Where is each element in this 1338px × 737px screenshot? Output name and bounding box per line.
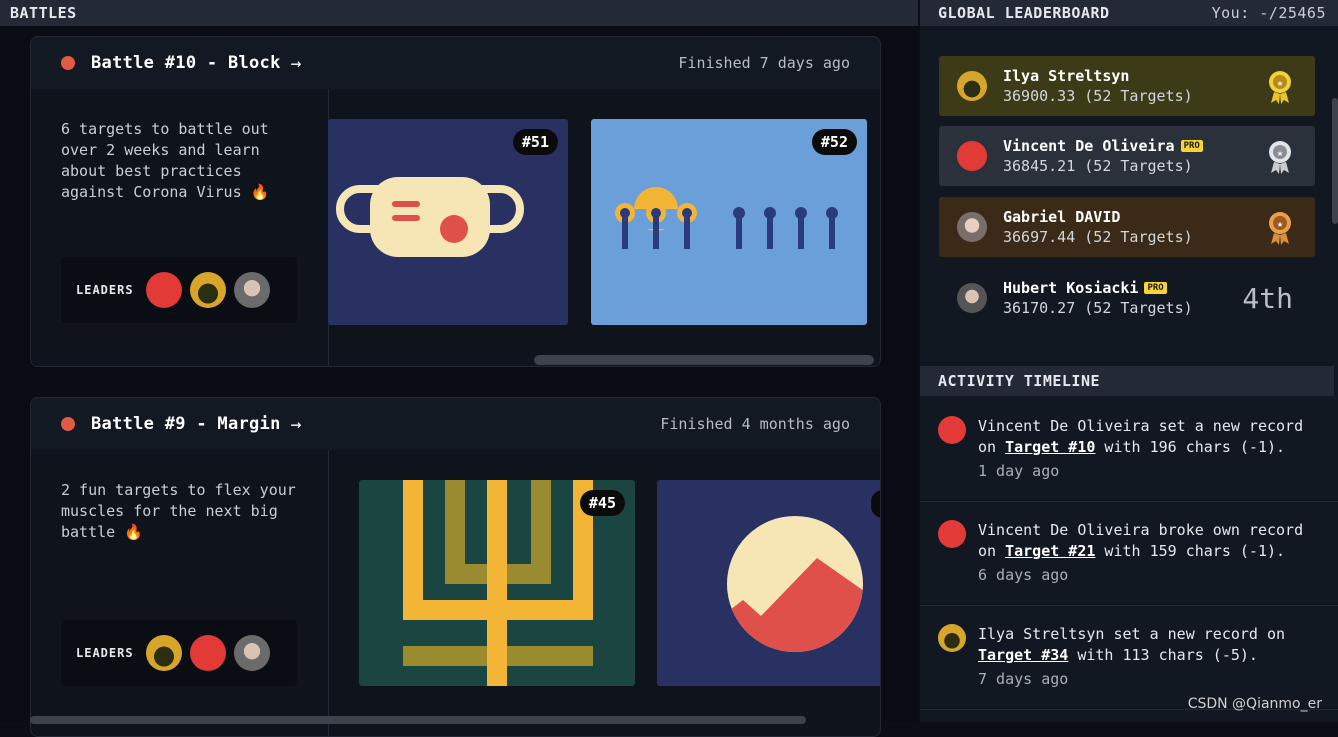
- target-link[interactable]: Target #10: [1005, 438, 1095, 456]
- arrow-right-icon[interactable]: →: [291, 53, 302, 74]
- pro-badge: PRO: [1144, 282, 1167, 294]
- leaderboard-row[interactable]: Vincent De Oliveira PRO 36845.21 (52 Targ…: [939, 126, 1315, 186]
- vertical-scrollbar[interactable]: [1332, 98, 1338, 224]
- battle-header[interactable]: Battle #9 - Margin → Finished 4 months a…: [31, 398, 880, 450]
- battle-header[interactable]: Battle #10 - Block → Finished 7 days ago: [31, 37, 880, 89]
- silver-medal-icon: ★: [1269, 141, 1291, 174]
- leaders-box: LEADERS: [61, 257, 297, 323]
- activity-text: Vincent De Oliveira set a new record on …: [978, 416, 1323, 482]
- avatar[interactable]: [233, 635, 270, 671]
- leader-name: Gabriel DAVID: [1003, 208, 1121, 226]
- leader-score: 36170.27 (52 Targets): [1003, 299, 1193, 317]
- horizontal-scrollbar[interactable]: [30, 716, 806, 724]
- avatar[interactable]: [189, 272, 226, 308]
- gold-medal-icon: ★: [1269, 71, 1291, 104]
- avatar: [938, 624, 966, 652]
- avatar[interactable]: [145, 272, 182, 308]
- target-tile[interactable]: #52: [591, 119, 867, 325]
- leader-name: Hubert Kosiacki PRO: [1003, 279, 1193, 297]
- target-tile[interactable]: #45: [359, 480, 635, 686]
- svg-text:★: ★: [1277, 148, 1283, 159]
- your-rank: You: -/25465: [1211, 4, 1326, 22]
- leaderboard-row[interactable]: Gabriel DAVID 36697.44 (52 Targets) ★: [939, 197, 1315, 257]
- status-dot: [61, 417, 75, 431]
- activity-header: ACTIVITY TIMELINE: [920, 366, 1334, 396]
- avatar: [938, 520, 966, 548]
- battle-description: 2 fun targets to flex your muscles for t…: [61, 481, 296, 541]
- activity-text: Ilya Streltsyn set a new record on Targe…: [978, 624, 1323, 690]
- leaders-label: LEADERS: [76, 646, 134, 660]
- battle-body: 2 fun targets to flex your muscles for t…: [31, 450, 880, 736]
- watermark: CSDN @Qianmo_er: [1187, 696, 1322, 712]
- target-number: #45: [579, 490, 625, 516]
- target-link[interactable]: Target #21: [1005, 542, 1095, 560]
- svg-text:★: ★: [1277, 78, 1283, 89]
- battle-body: 6 targets to battle out over 2 weeks and…: [31, 89, 880, 366]
- battle-description: 6 targets to battle out over 2 weeks and…: [61, 120, 270, 201]
- activity-time: 7 days ago: [978, 670, 1069, 688]
- status-dot: [61, 56, 75, 70]
- battle-status: Finished 7 days ago: [678, 54, 850, 72]
- activity-item: Vincent De Oliveira broke own record on …: [920, 502, 1338, 606]
- avatar: [957, 141, 987, 171]
- leaderboard-row[interactable]: Hubert Kosiacki PRO 36170.27 (52 Targets)…: [939, 268, 1315, 328]
- leaders-label: LEADERS: [76, 283, 134, 297]
- avatar: [957, 71, 987, 101]
- activity-item: Vincent De Oliveira set a new record on …: [920, 398, 1338, 502]
- leader-name: Vincent De Oliveira PRO: [1003, 137, 1203, 155]
- target-number: #51: [512, 129, 558, 155]
- bronze-medal-icon: ★: [1269, 212, 1291, 245]
- activity-text: Vincent De Oliveira broke own record on …: [978, 520, 1323, 586]
- battles-header: BATTLES: [0, 0, 918, 26]
- pro-badge: PRO: [1180, 140, 1203, 152]
- activity-time: 1 day ago: [978, 462, 1060, 480]
- avatar[interactable]: [145, 635, 182, 671]
- leaderboard-header: GLOBAL LEADERBOARD You: -/25465: [920, 0, 1338, 26]
- leader-score: 36845.21 (52 Targets): [1003, 157, 1193, 175]
- avatar: [957, 212, 987, 242]
- avatar[interactable]: [189, 635, 226, 671]
- svg-text:★: ★: [1277, 219, 1283, 230]
- target-tile[interactable]: [657, 480, 880, 686]
- target-tile[interactable]: #51: [328, 119, 568, 325]
- leader-score: 36900.33 (52 Targets): [1003, 87, 1193, 105]
- battle-card[interactable]: Battle #9 - Margin → Finished 4 months a…: [30, 397, 881, 737]
- mountain-sun-illustration: [727, 516, 863, 652]
- divider: [328, 450, 329, 736]
- leaders-box: LEADERS: [61, 620, 297, 686]
- battles-panel: BATTLES Battle #10 - Block → Finished 7 …: [0, 0, 918, 737]
- battle-title[interactable]: Battle #10 - Block: [91, 53, 281, 73]
- rank-label: 4th: [1242, 281, 1293, 315]
- battle-card[interactable]: Battle #10 - Block → Finished 7 days ago…: [30, 36, 881, 367]
- activity-item: Ilya Streltsyn set a new record on Targe…: [920, 606, 1338, 710]
- leaderboard-row[interactable]: Ilya Streltsyn 36900.33 (52 Targets) ★: [939, 56, 1315, 116]
- avatar: [938, 416, 966, 444]
- leader-name: Ilya Streltsyn: [1003, 67, 1130, 85]
- leader-score: 36697.44 (52 Targets): [1003, 228, 1193, 246]
- battle-status: Finished 4 months ago: [660, 415, 850, 433]
- sidebar-panel: GLOBAL LEADERBOARD You: -/25465 Ilya Str…: [920, 0, 1338, 722]
- target-number: #52: [811, 129, 857, 155]
- avatar[interactable]: [233, 272, 270, 308]
- avatar: [957, 283, 987, 313]
- target-link[interactable]: Target #34: [978, 646, 1068, 664]
- arrow-right-icon[interactable]: →: [291, 414, 302, 435]
- horizontal-scrollbar[interactable]: [534, 355, 874, 365]
- leaderboard-title: GLOBAL LEADERBOARD: [938, 4, 1110, 22]
- battle-title[interactable]: Battle #9 - Margin: [91, 414, 281, 434]
- activity-time: 6 days ago: [978, 566, 1069, 584]
